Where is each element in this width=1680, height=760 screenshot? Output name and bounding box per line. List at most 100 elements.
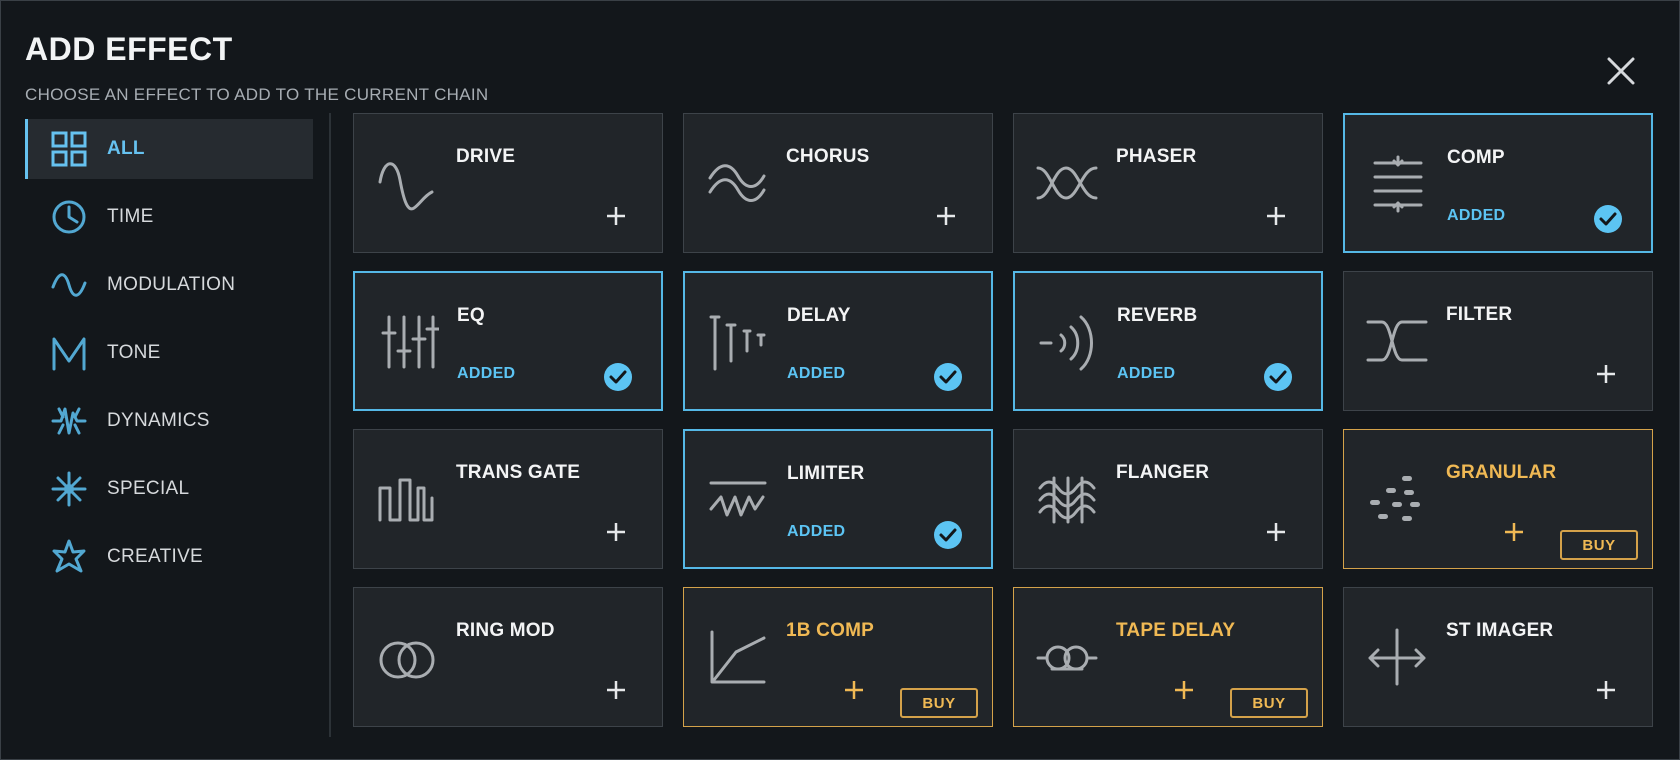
effect-card-chorus[interactable]: CHORUS [683,113,993,253]
category-special[interactable]: SPECIAL [25,459,313,519]
effect-card-reverb[interactable]: REVERB ADDED [1013,271,1323,411]
chorus-icon [706,152,768,214]
check-icon [933,520,963,550]
sidebar-divider [329,113,331,737]
effect-card-comp[interactable]: COMP ADDED [1343,113,1653,253]
buy-button[interactable]: BUY [900,688,978,718]
effect-card-limiter[interactable]: LIMITER ADDED [683,429,993,569]
effect-card-filter[interactable]: FILTER [1343,271,1653,411]
add-icon[interactable] [604,520,628,544]
check-icon [933,362,963,392]
buy-button[interactable]: BUY [1560,530,1638,560]
category-label: TIME [107,206,154,227]
equalizer-icon [377,311,441,373]
effect-name: COMP [1447,147,1505,168]
effect-card-trans-gate[interactable]: TRANS GATE [353,429,663,569]
category-label: ALL [107,138,145,159]
flanger-icon [1036,468,1098,530]
effect-name: PHASER [1116,146,1197,167]
add-icon[interactable] [1172,678,1196,702]
add-icon[interactable] [1594,678,1618,702]
effect-name: RING MOD [456,620,555,641]
limiter-icon [707,469,769,531]
added-status: ADDED [1117,365,1176,382]
effect-card-ring-mod[interactable]: RING MOD [353,587,663,727]
effect-name: EQ [457,305,485,326]
delay-icon [707,311,769,373]
sparkle-icon [51,471,87,507]
effect-card-granular[interactable]: GRANULAR BUY [1343,429,1653,569]
effect-name: REVERB [1117,305,1198,326]
category-modulation[interactable]: MODULATION [25,255,313,315]
effect-card-1b-comp[interactable]: 1B COMP BUY [683,587,993,727]
category-all[interactable]: ALL [25,119,313,179]
star-icon [51,539,87,575]
effect-card-tape-delay[interactable]: TAPE DELAY BUY [1013,587,1323,727]
category-tone[interactable]: TONE [25,323,313,383]
check-icon [1263,362,1293,392]
dynamics-icon [51,403,87,439]
effect-card-drive[interactable]: DRIVE [353,113,663,253]
tape-icon [1036,626,1098,688]
category-label: DYNAMICS [107,410,210,431]
grid-icon [51,131,87,167]
add-icon[interactable] [842,678,866,702]
add-icon[interactable] [1264,204,1288,228]
comp-curve-icon [706,626,768,688]
effect-card-eq[interactable]: EQ ADDED [353,271,663,411]
buy-button[interactable]: BUY [1230,688,1308,718]
category-sidebar: ALL TIME MODULATION TONE DYNAMICS SPECIA… [25,119,313,595]
category-dynamics[interactable]: DYNAMICS [25,391,313,451]
tone-curve-icon [51,335,87,371]
check-icon [1593,204,1623,234]
effect-name: DELAY [787,305,851,326]
add-icon[interactable] [1594,362,1618,386]
effect-name: FLANGER [1116,462,1210,483]
add-icon[interactable] [934,204,958,228]
added-status: ADDED [787,523,846,540]
ring-mod-icon [376,626,438,688]
category-time[interactable]: TIME [25,187,313,247]
clock-icon [51,199,87,235]
gate-icon [376,468,438,530]
effect-card-phaser[interactable]: PHASER [1013,113,1323,253]
added-status: ADDED [787,365,846,382]
effect-name: LIMITER [787,463,865,484]
effect-name: TAPE DELAY [1116,620,1236,641]
effect-name: 1B COMP [786,620,874,641]
effect-name: TRANS GATE [456,462,581,483]
reverb-icon [1037,311,1099,373]
added-status: ADDED [1447,207,1506,224]
added-status: ADDED [457,365,516,382]
category-label: SPECIAL [107,478,190,499]
sine-icon [376,152,438,214]
add-icon[interactable] [1264,520,1288,544]
check-icon [603,362,633,392]
add-icon[interactable] [604,204,628,228]
effect-card-delay[interactable]: DELAY ADDED [683,271,993,411]
category-label: TONE [107,342,161,363]
filter-icon [1366,310,1428,372]
dialog-subtitle: CHOOSE AN EFFECT TO ADD TO THE CURRENT C… [25,85,489,104]
category-label: CREATIVE [107,546,204,567]
effect-name: ST IMAGER [1446,620,1554,641]
effect-card-flanger[interactable]: FLANGER [1013,429,1323,569]
effect-name: FILTER [1446,304,1513,325]
add-icon[interactable] [1502,520,1526,544]
add-effect-dialog: ADD EFFECT CHOOSE AN EFFECT TO ADD TO TH… [0,0,1680,760]
dialog-title: ADD EFFECT [25,31,233,67]
effect-name: CHORUS [786,146,870,167]
close-icon[interactable] [1601,51,1641,91]
stereo-imager-icon [1366,626,1428,688]
add-icon[interactable] [604,678,628,702]
category-creative[interactable]: CREATIVE [25,527,313,587]
effect-name: GRANULAR [1446,462,1557,483]
wave-icon [51,267,87,303]
granular-icon [1366,468,1428,530]
compressor-icon [1367,153,1429,215]
effect-name: DRIVE [456,146,516,167]
effects-grid: DRIVE CHORUS PHASER COMP ADDED EQ ADDED … [353,113,1657,731]
category-label: MODULATION [107,274,236,295]
effect-card-st-imager[interactable]: ST IMAGER [1343,587,1653,727]
phaser-icon [1036,152,1098,214]
